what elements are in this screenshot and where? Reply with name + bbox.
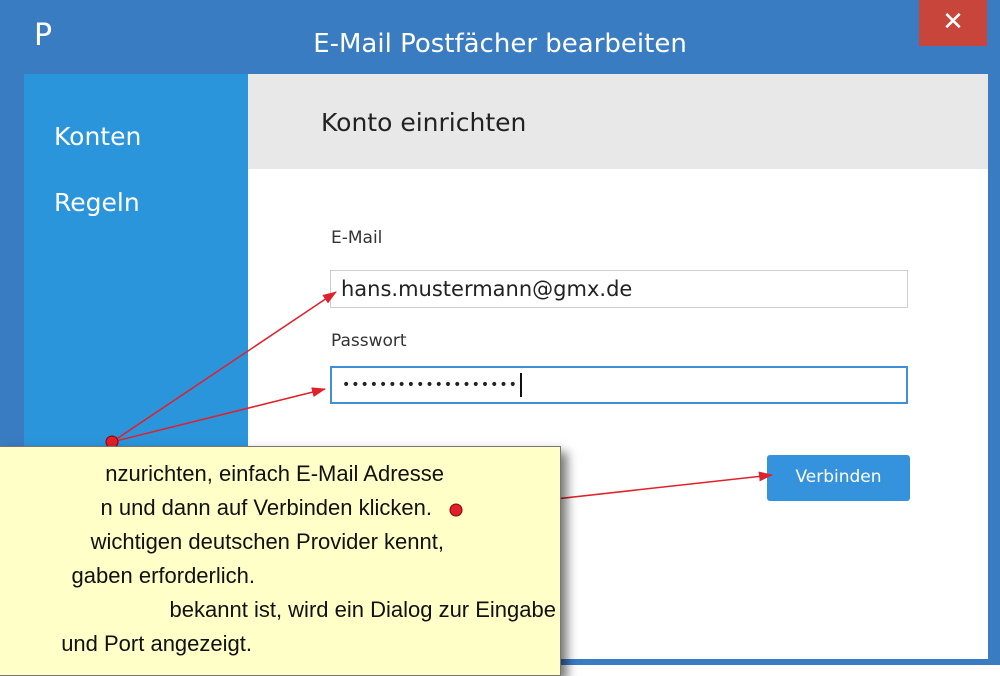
tooltip-line: n und dann auf Verbinden klicken. [100,495,432,520]
tooltip-line: nzurichten, einfach E-Mail Adresse [105,461,444,486]
tooltip-line: und Port angezeigt. [61,631,252,656]
tooltip-line: gaben erforderlich. [71,563,255,588]
help-tooltip: nzurichten, einfach E-Mail Adresse n und… [0,446,561,676]
tooltip-text: nzurichten, einfach E-Mail Adresse n und… [0,453,562,663]
arrow-to-email [111,291,337,443]
tooltip-line: bekannt ist, wird ein Dialog zur Eingabe [169,597,556,622]
arrow-to-password [111,387,326,443]
tooltip-line: wichtigen deutschen Provider kennt, [90,529,444,554]
